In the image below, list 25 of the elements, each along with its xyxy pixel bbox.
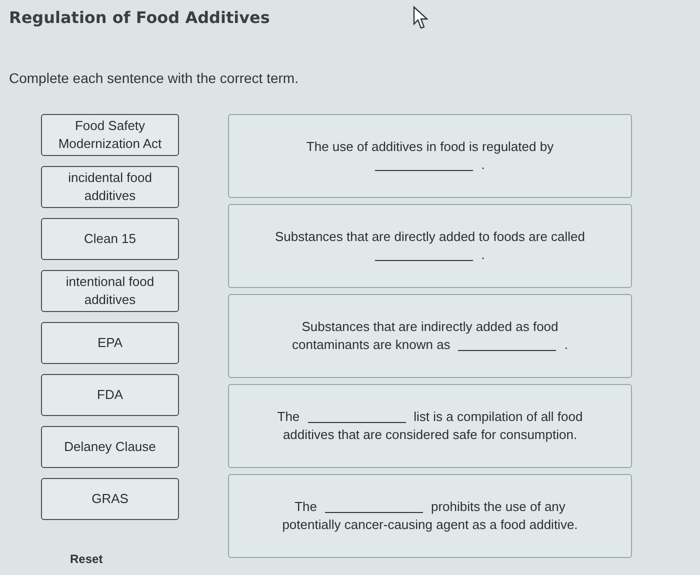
- sentence-text: potentially cancer-causing agent as a food additive.: [282, 516, 578, 534]
- term-tile[interactable]: GRAS: [41, 478, 179, 520]
- sentence-text: .: [481, 246, 485, 264]
- sentence-text: additives that are considered safe for consumption.: [282, 426, 578, 444]
- sentence-text: list is a compilation of all food: [414, 408, 583, 426]
- instruction-text: Complete each sentence with the correct term.: [9, 69, 300, 88]
- sentence-text: The: [277, 408, 300, 426]
- sentence-text: prohibits the use of any: [430, 498, 566, 516]
- term-tile[interactable]: Food Safety Modernization Act: [41, 114, 179, 156]
- cursor-icon: [412, 6, 430, 30]
- sentence-text: The: [294, 498, 317, 516]
- sentence-text: The use of additives in food is regulated by: [306, 138, 554, 156]
- sentence-text: Substances that are indirectly added as food: [302, 318, 558, 336]
- sentence-text: .: [481, 156, 485, 174]
- term-tile[interactable]: Clean 15: [41, 218, 179, 260]
- term-tile[interactable]: EPA: [41, 322, 179, 364]
- term-tile[interactable]: incidental food additives: [41, 166, 179, 208]
- sentence-text: Substances that are directly added to foods are called: [274, 228, 586, 246]
- term-tile[interactable]: Delaney Clause: [41, 426, 179, 468]
- reset-button[interactable]: Reset: [70, 550, 103, 568]
- sentence-text: .: [564, 336, 568, 354]
- term-tile[interactable]: intentional food additives: [41, 270, 179, 312]
- term-tile[interactable]: FDA: [41, 374, 179, 416]
- page-title: Regulation of Food Additives: [9, 7, 270, 29]
- sentence-text: contaminants are known as: [292, 336, 450, 354]
